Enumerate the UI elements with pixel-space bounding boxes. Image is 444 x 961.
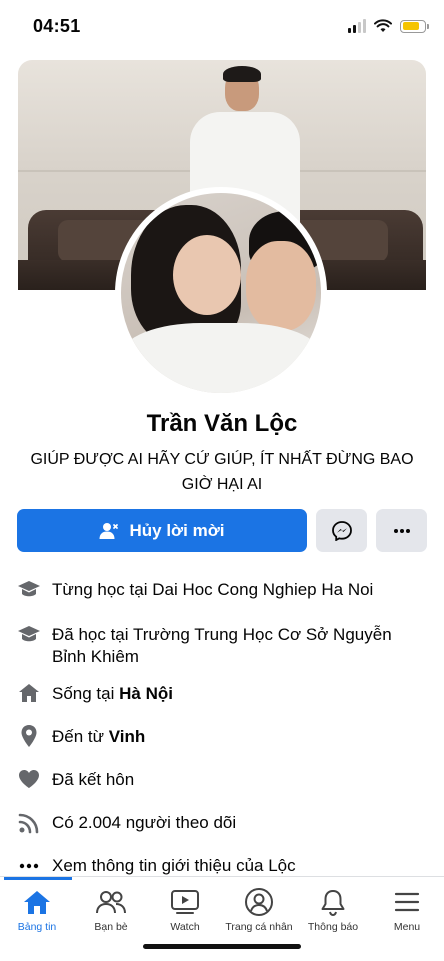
graduation-cap-icon — [17, 578, 41, 602]
info-studied-at-university: Từng học tại Dai Hoc Cong Nghiep Ha Noi — [0, 575, 444, 605]
tab-friends[interactable]: Bạn bè — [74, 887, 148, 933]
home-icon — [17, 681, 41, 705]
tab-notifications[interactable]: Thông báo — [296, 887, 370, 933]
info-text-value[interactable]: Vinh — [109, 727, 146, 746]
info-lives-in: Sống tại Hà Nội — [0, 679, 444, 709]
heart-icon — [17, 767, 41, 791]
tab-label: Thông báo — [307, 921, 359, 933]
info-text-prefix: Có 2.004 người theo dõi — [52, 813, 237, 832]
friends-icon — [74, 887, 148, 917]
profile-avatar[interactable] — [115, 187, 327, 399]
battery-icon — [400, 19, 429, 33]
info-text-prefix: Từng học tại — [52, 580, 153, 599]
more-horizontal-icon — [393, 528, 410, 533]
tab-label: Trang cá nhân — [225, 921, 293, 933]
info-text-value[interactable]: Dai Hoc Cong Nghiep Ha Noi — [152, 580, 373, 599]
video-icon — [148, 887, 222, 917]
info-studied-at-school: Đã học tại Trường Trung Học Cơ Sở Nguyễn… — [0, 620, 444, 670]
info-followers: Có 2.004 người theo dõi — [0, 808, 444, 838]
rss-feed-icon — [17, 811, 41, 835]
profile-bio: GIÚP ĐƯỢC AI HÃY CỨ GIÚP, ÍT NHẤT ĐỪNG B… — [30, 451, 414, 493]
info-text-prefix: Sống tại — [52, 684, 120, 703]
wifi-icon — [374, 19, 392, 32]
info-text-prefix: Đã kết hôn — [52, 770, 135, 789]
tab-label: Bạn bè — [94, 921, 128, 933]
info-text-prefix: Đã học tại — [52, 625, 133, 644]
location-pin-icon — [17, 724, 41, 748]
tab-news-feed[interactable]: Bảng tin — [0, 887, 74, 933]
cancel-friend-request-button[interactable]: Hủy lời mời — [17, 509, 307, 552]
graduation-cap-icon — [17, 623, 41, 647]
user-minus-icon — [99, 522, 119, 539]
tab-menu[interactable]: Menu — [370, 887, 444, 933]
menu-icon — [370, 887, 444, 917]
tab-profile[interactable]: Trang cá nhân — [222, 887, 296, 933]
info-from: Đến từ Vinh — [0, 722, 444, 752]
tab-label: Menu — [393, 921, 421, 933]
ellipsis-icon — [17, 854, 41, 878]
cancel-friend-request-label: Hủy lời mời — [129, 520, 225, 540]
cellular-signal-icon — [348, 19, 366, 33]
tab-label: Bảng tin — [17, 921, 57, 933]
bell-icon — [296, 887, 370, 917]
tab-watch[interactable]: Watch — [148, 887, 222, 933]
status-time: 04:51 — [33, 16, 81, 36]
messenger-button[interactable] — [316, 509, 367, 552]
info-text-value[interactable]: Hà Nội — [119, 684, 173, 703]
tab-label: Watch — [170, 921, 200, 933]
more-options-button[interactable] — [376, 509, 427, 552]
messenger-icon — [331, 520, 352, 541]
active-tab-indicator — [4, 877, 72, 880]
profile-name: Trần Văn Lộc — [146, 410, 298, 437]
home-indicator — [143, 944, 301, 949]
status-icons — [348, 17, 429, 35]
info-text-prefix: Đến từ — [52, 727, 109, 746]
status-bar: 04:51 — [0, 0, 444, 50]
home-icon — [0, 887, 74, 917]
info-relationship: Đã kết hôn — [0, 765, 444, 795]
see-about-info-label: Xem thông tin giới thiệu của Lộc — [52, 856, 296, 875]
profile-icon — [222, 887, 296, 917]
